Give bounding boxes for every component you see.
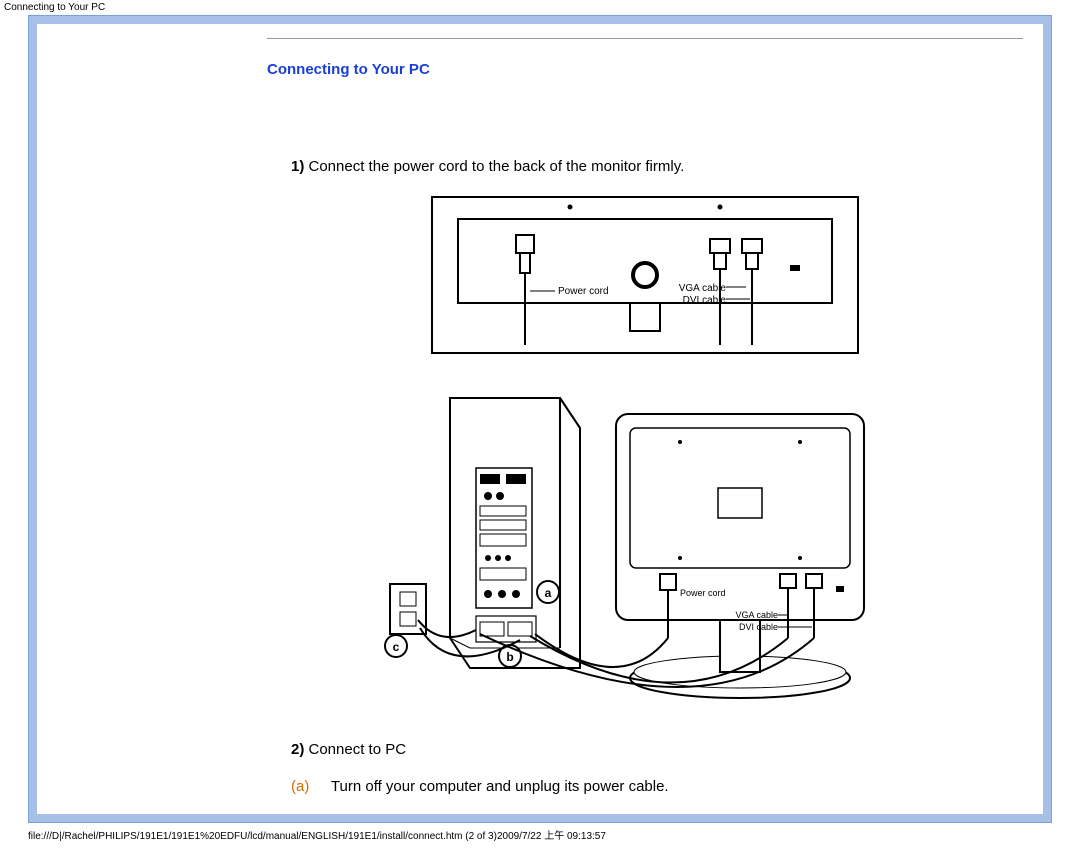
outer-frame: Connecting to Your PC 1) Connect the pow… [28,15,1052,823]
d1-vga-label: VGA cable [679,283,727,294]
marker-a: a [545,586,552,600]
inner-frame: Connecting to Your PC 1) Connect the pow… [37,24,1043,814]
divider [267,38,1023,39]
diagram-2: a b c [267,388,1023,711]
step-2-number: 2) [291,741,304,758]
marker-b: b [506,650,513,664]
marker-c: c [393,640,400,654]
step-2-text: Connect to PC [304,741,406,758]
d1-power-cord-label: Power cord [558,286,609,297]
header-page-label: Connecting to Your PC [0,0,1080,15]
diagram-1: Power cord VGA cable DVI cable [267,195,1023,358]
step-1-text: Connect the power cord to the back of th… [304,158,684,175]
pc-and-monitor-diagram-icon: a b c [380,388,910,708]
substep-a: (a) Turn off your computer and unplug it… [291,778,1023,795]
d1-dvi-label: DVI cable [683,295,727,306]
step-2: 2) Connect to PC [291,741,1023,758]
section-title: Connecting to Your PC [267,61,1023,78]
d2-power-label: Power cord [680,588,726,598]
step-1-number: 1) [291,158,304,175]
d2-vga-label: VGA cable [735,610,778,620]
substep-a-text: Turn off your computer and unplug its po… [331,778,669,795]
d2-dvi-label: DVI cable [739,622,778,632]
step-1: 1) Connect the power cord to the back of… [291,158,1023,175]
monitor-back-diagram-icon: Power cord VGA cable DVI cable [430,195,860,355]
footer-path: file:///D|/Rachel/PHILIPS/191E1/191E1%20… [0,823,1080,846]
substep-a-letter: (a) [291,778,327,795]
